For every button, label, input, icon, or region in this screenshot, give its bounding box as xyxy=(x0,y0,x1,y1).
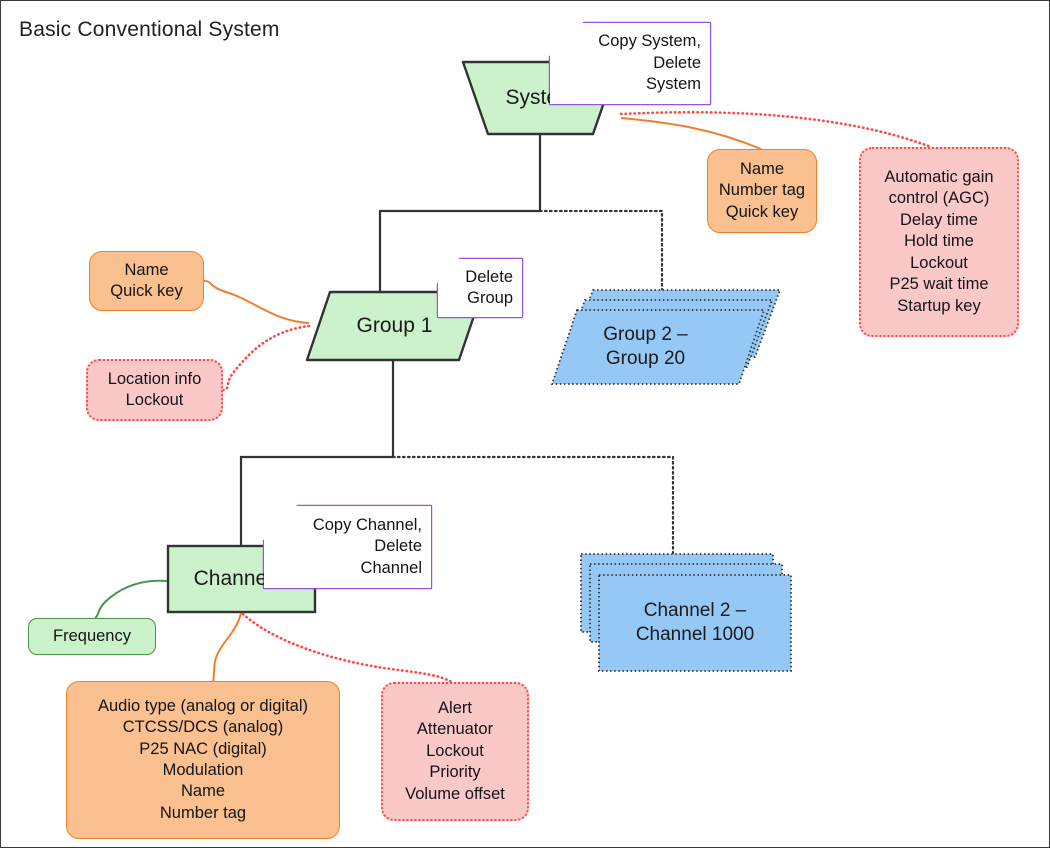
group-orange-line-1: Name xyxy=(124,260,169,279)
system-pink-line-5: Lockout xyxy=(910,253,968,272)
diagram-canvas: Basic Conventional System System Group 1… xyxy=(0,0,1050,848)
node-group-stack-label[interactable]: Group 2 – Group 20 xyxy=(552,310,739,384)
node-channel-stack-label[interactable]: Channel 2 – Channel 1000 xyxy=(599,575,791,671)
leader-group-pink xyxy=(221,324,311,392)
leader-group-orange xyxy=(203,280,310,324)
channel-orange-line-5: Name xyxy=(180,782,225,801)
note-channel-line-2: Delete xyxy=(374,537,422,556)
group-stack-line-1: Group 2 – xyxy=(603,324,688,346)
channel-stack-line-1: Channel 2 – xyxy=(643,600,747,622)
callout-system-pink[interactable]: Automatic gain control (AGC) Delay time … xyxy=(859,147,1019,337)
channel-pink-line-5: Volume offset xyxy=(405,784,505,803)
channel-pink-line-4: Priority xyxy=(429,763,481,782)
group-stack-line-2: Group 20 xyxy=(605,348,686,369)
leader-system-orange xyxy=(620,117,762,150)
system-pink-line-3: Delay time xyxy=(900,210,978,229)
group-orange-line-2: Quick key xyxy=(110,282,183,300)
channel-pink-line-3: Lockout xyxy=(426,741,484,760)
system-pink-line-1: Automatic gain xyxy=(884,167,994,186)
channel-orange-line-4: Modulation xyxy=(162,761,244,779)
system-orange-line-2: Number tag xyxy=(718,181,806,200)
callout-system-orange[interactable]: Name Number tag Quick key xyxy=(707,149,817,233)
callout-group-orange[interactable]: Name Quick key xyxy=(89,251,204,311)
system-pink-line-6: P25 wait time xyxy=(889,275,989,294)
note-channel[interactable]: Copy Channel, Delete Channel xyxy=(264,506,431,588)
group-pink-line-1: Location info xyxy=(107,369,202,388)
channel-orange-line-2: CTCSS/DCS (analog) xyxy=(122,718,284,737)
callout-channel-orange[interactable]: Audio type (analog or digital) CTCSS/DCS… xyxy=(66,681,340,839)
callout-channel-frequency[interactable]: Frequency xyxy=(28,618,156,655)
callout-channel-pink[interactable]: Alert Attenuator Lockout Priority Volume… xyxy=(381,682,529,821)
note-system-line-3: System xyxy=(645,75,701,94)
note-group-line-1: Delete xyxy=(465,267,513,286)
note-system[interactable]: Copy System, Delete System xyxy=(550,23,710,104)
note-system-line-1: Copy System, xyxy=(598,32,701,51)
system-orange-line-1: Name xyxy=(739,159,784,178)
leader-channel-orange xyxy=(212,612,242,683)
leader-system-pink xyxy=(619,110,933,149)
note-group[interactable]: Delete Group xyxy=(438,259,522,317)
connector-system-to-group-stack xyxy=(538,209,664,303)
note-group-line-2: Group xyxy=(467,289,513,307)
page-title: Basic Conventional System xyxy=(19,18,280,41)
callout-group-pink[interactable]: Location info Lockout xyxy=(86,359,223,421)
channel-orange-line-6: Number tag xyxy=(159,803,247,822)
channel-pink-line-2: Attenuator xyxy=(416,720,494,739)
group-pink-line-2: Lockout xyxy=(125,391,184,409)
system-pink-line-7: Startup key xyxy=(897,296,981,315)
leader-channel-green xyxy=(94,579,168,619)
channel-orange-line-1: Audio type (analog or digital) xyxy=(97,696,309,715)
system-pink-line-4: Hold time xyxy=(904,232,974,251)
note-system-line-2: Delete xyxy=(653,53,701,72)
channel-stack-line-2: Channel 1000 xyxy=(635,624,755,645)
note-channel-line-3: Channel xyxy=(360,558,422,577)
channel-pink-line-1: Alert xyxy=(438,698,472,717)
note-channel-line-1: Copy Channel, xyxy=(312,515,422,534)
connector-group1-to-channel-stack xyxy=(391,455,675,555)
channel-orange-line-3: P25 NAC (digital) xyxy=(139,739,267,758)
leader-channel-pink xyxy=(241,612,455,685)
system-pink-line-2: control (AGC) xyxy=(888,189,990,208)
system-orange-line-3: Quick key xyxy=(725,202,799,221)
